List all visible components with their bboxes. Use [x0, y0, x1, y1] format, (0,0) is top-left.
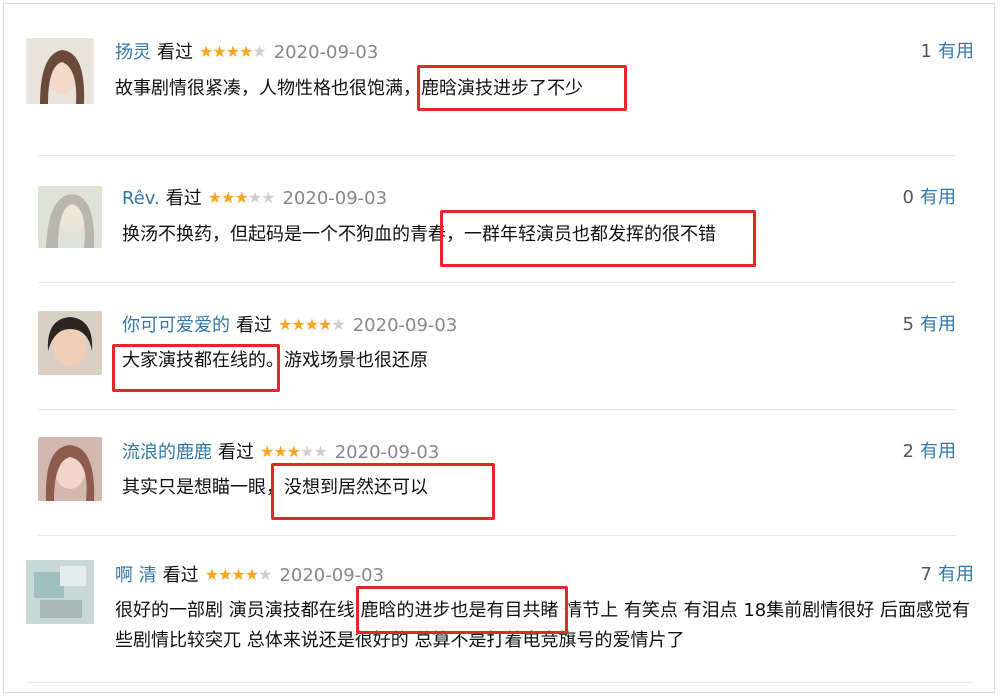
review-meta: Rêv. 看过 ★★★★★ 2020-09-03 [122, 187, 387, 210]
vote-count: 1 [920, 41, 932, 62]
helpful-votes[interactable]: 1 有用 [921, 41, 974, 63]
highlight-box [112, 344, 280, 392]
review-date: 2020-09-03 [273, 42, 379, 63]
helpful-votes[interactable]: 7 有用 [921, 564, 974, 586]
username-link[interactable]: 啊 清 [115, 565, 157, 586]
vote-count: 2 [902, 441, 914, 462]
rating-stars: ★★★★★ [199, 42, 267, 61]
review-date: 2020-09-03 [279, 565, 385, 586]
helpful-button[interactable]: 有用 [920, 187, 956, 208]
avatar[interactable] [26, 38, 94, 104]
username-link[interactable]: 你可可爱爱的 [122, 315, 230, 336]
helpful-button[interactable]: 有用 [938, 564, 974, 585]
helpful-button[interactable]: 有用 [938, 41, 974, 62]
vote-count: 0 [902, 187, 914, 208]
divider [38, 535, 956, 536]
highlight-box [356, 586, 568, 634]
review-meta: 你可可爱爱的 看过 ★★★★★ 2020-09-03 [122, 314, 457, 337]
review-meta: 流浪的鹿鹿 看过 ★★★★★ 2020-09-03 [122, 441, 439, 464]
username-link[interactable]: Rêv. [122, 188, 160, 209]
review-meta: 扬灵 看过 ★★★★★ 2020-09-03 [115, 41, 378, 64]
divider [26, 682, 974, 683]
divider [38, 282, 956, 283]
username-link[interactable]: 流浪的鹿鹿 [122, 442, 212, 463]
highlight-box [271, 463, 495, 520]
username-link[interactable]: 扬灵 [115, 42, 151, 63]
review-meta: 啊 清看过 ★★★★★ 2020-09-03 [115, 564, 384, 587]
avatar[interactable] [38, 186, 102, 248]
rating-stars: ★★★★★ [207, 188, 276, 207]
vote-count: 5 [902, 314, 914, 335]
highlight-box [440, 210, 756, 267]
helpful-votes[interactable]: 5 有用 [903, 314, 956, 336]
review-date: 2020-09-03 [282, 188, 388, 209]
review-date: 2020-09-03 [352, 315, 458, 336]
watched-label: 看过 [218, 442, 254, 463]
helpful-votes[interactable]: 2 有用 [903, 441, 956, 463]
review-date: 2020-09-03 [334, 442, 440, 463]
rating-stars: ★★★★★ [278, 315, 346, 334]
rating-stars: ★★★★★ [204, 565, 273, 584]
watched-label: 看过 [162, 565, 199, 586]
helpful-votes[interactable]: 0 有用 [903, 187, 956, 209]
avatar[interactable] [38, 437, 102, 501]
helpful-button[interactable]: 有用 [920, 441, 956, 462]
vote-count: 7 [920, 564, 932, 585]
watched-label: 看过 [157, 42, 193, 63]
review-text: 其实只是想瞄一眼，没想到居然还可以 [122, 477, 428, 498]
highlight-box [417, 65, 627, 111]
divider [38, 409, 956, 410]
watched-label: 看过 [165, 188, 202, 209]
divider [38, 155, 956, 156]
helpful-button[interactable]: 有用 [920, 314, 956, 335]
watched-label: 看过 [236, 315, 272, 336]
rating-stars: ★★★★★ [260, 442, 328, 461]
avatar[interactable] [38, 311, 102, 375]
avatar[interactable] [26, 560, 94, 624]
